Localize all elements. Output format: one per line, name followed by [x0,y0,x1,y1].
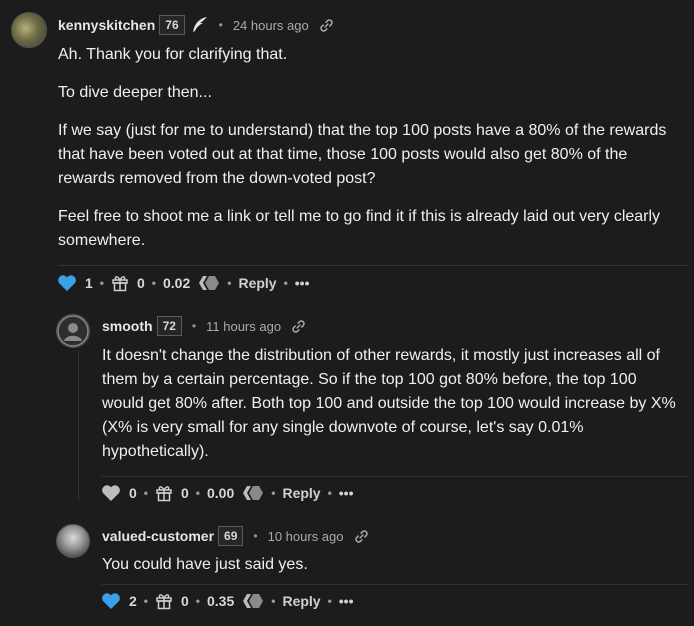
separator-dot: • [151,276,156,290]
gift-count: 0 [181,593,189,609]
separator-dot: • [227,276,232,290]
payout-value[interactable]: 0.02 [163,275,190,291]
more-options-button[interactable]: ••• [295,275,310,291]
thread-line [78,350,79,500]
payout-value[interactable]: 0.00 [207,485,234,501]
comment-body: It doesn't change the distribution of ot… [102,344,682,464]
hive-icon [242,485,264,501]
reputation-badge: 69 [218,526,244,546]
separator-dot: • [99,276,104,290]
gift-count: 0 [137,275,145,291]
author-name[interactable]: valued-customer [102,528,214,544]
timestamp[interactable]: 24 hours ago [233,18,309,33]
link-icon[interactable] [354,529,369,544]
separator-dot: • [253,529,258,543]
comment-body: You could have just said yes. [102,553,682,577]
comment-meta: smooth 72 • 11 hours ago [102,316,306,336]
avatar[interactable] [56,314,90,348]
payout-value[interactable]: 0.35 [207,593,234,609]
separator-dot: • [143,486,148,500]
comment-body: Ah. Thank you for clarifying that. To di… [58,43,678,253]
comment-paragraph: Feel free to shoot me a link or tell me … [58,208,661,249]
separator-dot: • [283,276,288,290]
more-options-button[interactable]: ••• [339,485,354,501]
comment-footer: 2 • 0 • 0.35 • Reply • ••• [101,590,354,612]
vote-count[interactable]: 2 [129,593,137,609]
vote-count[interactable]: 1 [85,275,93,291]
reputation-badge: 76 [159,15,185,35]
separator-dot: • [195,486,200,500]
comment-paragraph: If we say (just for me to understand) th… [58,122,667,187]
reputation-badge: 72 [156,316,182,336]
divider [102,584,688,585]
reply-button[interactable]: Reply [238,275,276,291]
gift-count: 0 [181,485,189,501]
author-name[interactable]: smooth [102,318,153,334]
comment-paragraph: Ah. Thank you for clarifying that. [58,46,288,63]
hive-icon [242,593,264,609]
divider [58,265,688,266]
reply-button[interactable]: Reply [282,485,320,501]
comment-footer: 1 • 0 • 0.02 • Reply • ••• [57,272,310,294]
reply-button[interactable]: Reply [282,593,320,609]
more-options-button[interactable]: ••• [339,593,354,609]
separator-dot: • [327,594,332,608]
separator-dot: • [271,486,276,500]
heart-icon[interactable] [57,274,77,292]
hive-icon [198,275,220,291]
quill-icon [191,16,209,34]
gift-icon[interactable] [155,592,173,610]
comment-footer: 0 • 0 • 0.00 • Reply • ••• [101,482,354,504]
separator-dot: • [143,594,148,608]
separator-dot: • [191,319,197,333]
timestamp[interactable]: 11 hours ago [206,319,281,334]
heart-icon[interactable] [101,592,121,610]
avatar[interactable] [11,12,47,48]
gift-icon[interactable] [155,484,173,502]
gift-icon[interactable] [111,274,129,292]
author-name[interactable]: kennyskitchen [58,17,155,33]
divider [102,476,688,477]
comment-meta: kennyskitchen 76 • 24 hours ago [58,15,334,35]
comment-paragraph: It doesn't change the distribution of ot… [102,347,676,460]
separator-dot: • [271,594,276,608]
separator-dot: • [327,486,332,500]
separator-dot: • [218,18,223,32]
vote-count[interactable]: 0 [129,485,137,501]
link-icon[interactable] [291,319,306,334]
comment-meta: valued-customer 69 • 10 hours ago [102,526,369,546]
avatar[interactable] [56,524,90,558]
link-icon[interactable] [319,18,334,33]
comment-paragraph: You could have just said yes. [102,556,308,573]
heart-icon[interactable] [101,484,121,502]
comment-paragraph: To dive deeper then... [58,84,212,101]
timestamp[interactable]: 10 hours ago [268,529,344,544]
separator-dot: • [195,594,200,608]
